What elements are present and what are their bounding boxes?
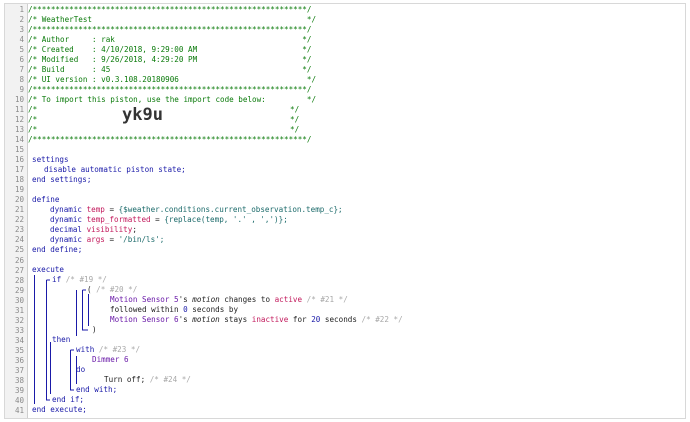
line-number: 11	[14, 105, 24, 115]
line-number: 36	[14, 355, 24, 365]
line-number: 29	[14, 285, 24, 295]
line-number: 24	[14, 235, 24, 245]
line-number: 28	[14, 275, 24, 285]
piston-code: /***************************************…	[28, 4, 685, 418]
line-number: 7	[19, 65, 24, 75]
line-number: 39	[14, 385, 24, 395]
line-number: 38	[14, 375, 24, 385]
line-number: 6	[19, 55, 24, 65]
line-number: 15	[14, 145, 24, 155]
line-number-gutter: 1 2 3 4 5 6 7 8 9 10 11 12 13 14 15 16 17 18 19 20 21 22 23 24 2…	[5, 4, 28, 418]
line-number: 12	[14, 115, 24, 125]
line-number: 27	[14, 265, 24, 275]
line-number: 21	[14, 205, 24, 215]
line-number: 32	[14, 315, 24, 325]
line-number: 23	[14, 225, 24, 235]
line-number: 22	[14, 215, 24, 225]
line-number: 5	[19, 45, 24, 55]
line-number: 8	[19, 75, 24, 85]
line-number: 25	[14, 245, 24, 255]
code-editor: 1 2 3 4 5 6 7 8 9 10 11 12 13 14 15 16 17 18 19 20 21 22 23 24 2…	[4, 3, 686, 419]
line-number: 40	[14, 395, 24, 405]
line-number: 1	[19, 5, 24, 14]
line-number: 2	[19, 15, 24, 25]
line-number: 19	[14, 185, 24, 195]
line-number: 9	[19, 85, 24, 95]
line-number: 4	[19, 35, 24, 45]
line-number: 30	[14, 295, 24, 305]
if-guide	[46, 279, 50, 401]
line-number: 31	[14, 305, 24, 315]
line-number: 41	[14, 405, 24, 415]
line-number: 10	[14, 95, 24, 105]
line-number: 17	[14, 165, 24, 175]
line-number: 3	[19, 25, 24, 35]
line-number: 37	[14, 365, 24, 375]
line-number: 35	[14, 345, 24, 355]
block-guides	[34, 275, 89, 404]
line-number: 16	[14, 155, 24, 165]
line-number: 18	[14, 175, 24, 185]
with-guide	[70, 349, 74, 391]
line-number: 20	[14, 195, 24, 205]
line-number: 14	[14, 135, 24, 145]
line-number: 34	[14, 335, 24, 345]
line-number: 26	[14, 255, 24, 265]
line-number: 33	[14, 325, 24, 335]
group-guide	[82, 289, 88, 331]
line-number: 13	[14, 125, 24, 135]
